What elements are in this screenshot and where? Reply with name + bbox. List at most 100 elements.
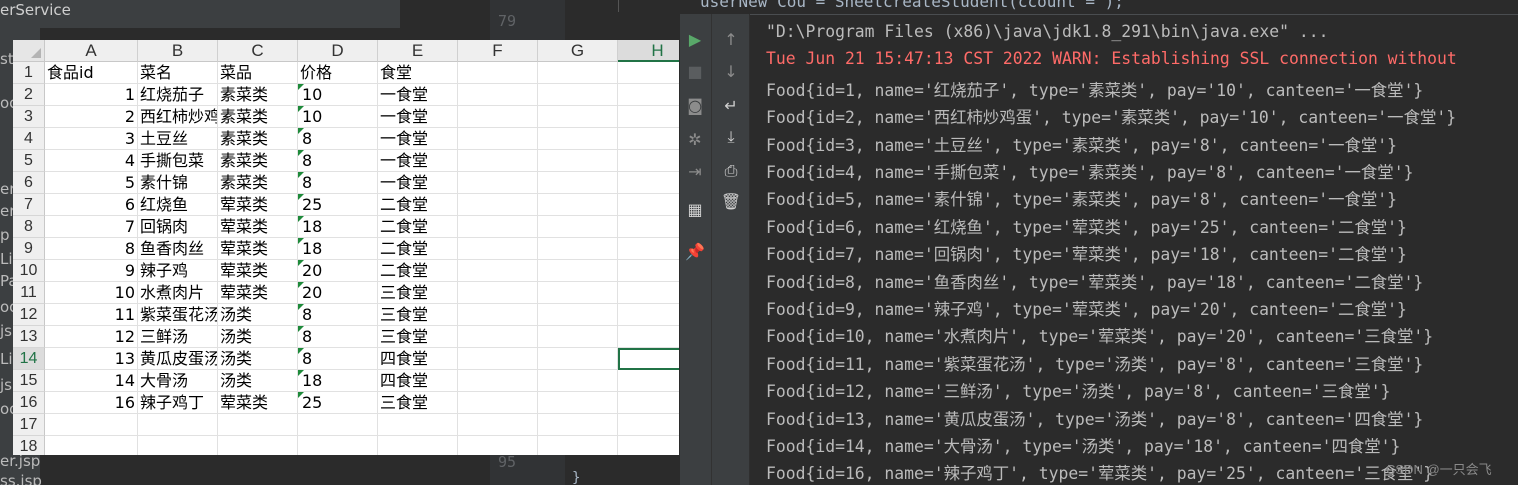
sheet-cell[interactable] xyxy=(458,370,538,392)
sheet-cell[interactable] xyxy=(538,326,618,348)
sheet-cell[interactable]: 6 xyxy=(45,194,138,216)
exit-icon[interactable]: ⇥ xyxy=(684,160,706,182)
sheet-cell[interactable]: 25 xyxy=(298,392,378,414)
sheet-cell[interactable] xyxy=(618,370,679,392)
sheet-cell[interactable] xyxy=(45,436,138,455)
up-arrow-icon[interactable]: ↑ xyxy=(720,28,742,50)
row-header[interactable]: 4 xyxy=(13,128,45,150)
tree-item-fragment[interactable]: st xyxy=(0,50,14,68)
sheet-cell[interactable] xyxy=(538,128,618,150)
header-cell[interactable]: 价格 xyxy=(298,62,378,84)
sheet-cell[interactable]: 三食堂 xyxy=(378,392,458,414)
sheet-cell[interactable] xyxy=(618,414,679,436)
sheet-cell[interactable]: 20 xyxy=(298,260,378,282)
print-icon[interactable]: ⎙ xyxy=(720,160,742,182)
sheet-cell[interactable] xyxy=(458,348,538,370)
sheet-cell[interactable]: 18 xyxy=(298,216,378,238)
tree-item-fragment[interactable]: js xyxy=(0,376,12,394)
row-header[interactable]: 17 xyxy=(13,414,45,436)
sheet-cell[interactable] xyxy=(138,414,218,436)
sheet-cell[interactable]: 12 xyxy=(45,326,138,348)
spreadsheet-window[interactable]: A B C D E F G H 1 食品id 菜名 菜品 价格 食堂 2 1 红烧茄子 素菜类 10 一食堂 3 2 西红柿… xyxy=(13,40,679,455)
sheet-cell[interactable] xyxy=(458,238,538,260)
sheet-cell[interactable] xyxy=(458,326,538,348)
sheet-cell[interactable]: 黄瓜皮蛋汤 xyxy=(138,348,218,370)
sheet-cell[interactable] xyxy=(538,436,618,455)
sheet-cell[interactable] xyxy=(538,106,618,128)
scroll-to-end-icon[interactable]: ⤓ xyxy=(720,126,742,148)
sheet-cell[interactable] xyxy=(458,282,538,304)
sheet-cell[interactable]: 三食堂 xyxy=(378,282,458,304)
sheet-cell[interactable] xyxy=(618,106,679,128)
sheet-cell[interactable]: 荤菜类 xyxy=(218,194,298,216)
sheet-cell[interactable]: 二食堂 xyxy=(378,216,458,238)
row-header[interactable]: 2 xyxy=(13,84,45,106)
sheet-cell[interactable]: 四食堂 xyxy=(378,348,458,370)
column-header-b[interactable]: B xyxy=(138,40,218,62)
sheet-cell[interactable]: 一食堂 xyxy=(378,172,458,194)
sheet-cell[interactable]: 鱼香肉丝 xyxy=(138,238,218,260)
header-cell[interactable]: 食堂 xyxy=(378,62,458,84)
sheet-cell[interactable] xyxy=(538,194,618,216)
sheet-cell[interactable]: 汤类 xyxy=(218,326,298,348)
row-header[interactable]: 12 xyxy=(13,304,45,326)
soft-wrap-icon[interactable]: ↵ xyxy=(720,94,742,116)
sheet-cell[interactable]: 4 xyxy=(45,150,138,172)
sheet-cell[interactable] xyxy=(538,370,618,392)
tree-item-jsp[interactable]: ss.jsp xyxy=(0,472,42,485)
sheet-cell[interactable]: 素菜类 xyxy=(218,172,298,194)
row-header[interactable]: 6 xyxy=(13,172,45,194)
sheet-cell[interactable]: 8 xyxy=(298,304,378,326)
sheet-cell[interactable] xyxy=(538,260,618,282)
sheet-cell[interactable]: 荤菜类 xyxy=(218,238,298,260)
sheet-cell[interactable]: 汤类 xyxy=(218,348,298,370)
selected-cell[interactable] xyxy=(618,348,679,370)
sheet-cell[interactable]: 一食堂 xyxy=(378,150,458,172)
sheet-cell[interactable]: 25 xyxy=(298,194,378,216)
header-cell[interactable]: 菜名 xyxy=(138,62,218,84)
column-header-e[interactable]: E xyxy=(378,40,458,62)
sheet-cell[interactable] xyxy=(378,414,458,436)
row-header[interactable]: 3 xyxy=(13,106,45,128)
sheet-cell[interactable]: 8 xyxy=(298,172,378,194)
sheet-cell[interactable] xyxy=(458,436,538,455)
row-header[interactable]: 13 xyxy=(13,326,45,348)
sheet-cell[interactable]: 三食堂 xyxy=(378,304,458,326)
sheet-cell[interactable]: 18 xyxy=(298,370,378,392)
sheet-cell[interactable] xyxy=(298,414,378,436)
console-output[interactable]: "D:\Program Files (x86)\java\jdk1.8_291\… xyxy=(766,22,1518,485)
sheet-cell[interactable]: 素菜类 xyxy=(218,150,298,172)
sheet-cell[interactable]: 一食堂 xyxy=(378,106,458,128)
sheet-cell[interactable] xyxy=(458,84,538,106)
sheet-cell[interactable]: 11 xyxy=(45,304,138,326)
sheet-cell[interactable]: 5 xyxy=(45,172,138,194)
sheet-cell[interactable]: 素菜类 xyxy=(218,84,298,106)
sheet-cell[interactable]: 四食堂 xyxy=(378,370,458,392)
sheet-cell[interactable] xyxy=(458,62,538,84)
layout-icon[interactable]: ▦ xyxy=(684,198,706,220)
sheet-cell[interactable] xyxy=(298,436,378,455)
sheet-cell[interactable] xyxy=(618,84,679,106)
sheet-cell[interactable] xyxy=(618,128,679,150)
sheet-cell[interactable]: 8 xyxy=(298,326,378,348)
sheet-cell[interactable] xyxy=(458,260,538,282)
column-header-g[interactable]: G xyxy=(538,40,618,62)
trash-icon[interactable]: 🗑 xyxy=(720,190,742,212)
sheet-cell[interactable]: 二食堂 xyxy=(378,194,458,216)
sheet-cell[interactable]: 荤菜类 xyxy=(218,260,298,282)
row-header[interactable]: 9 xyxy=(13,238,45,260)
select-all-corner[interactable] xyxy=(13,40,45,62)
sheet-cell[interactable]: 8 xyxy=(298,348,378,370)
sheet-cell[interactable]: 7 xyxy=(45,216,138,238)
column-header-c[interactable]: C xyxy=(218,40,298,62)
sheet-cell[interactable]: 10 xyxy=(298,106,378,128)
sheet-cell[interactable] xyxy=(218,436,298,455)
sheet-cell[interactable] xyxy=(538,216,618,238)
column-header-f[interactable]: F xyxy=(458,40,538,62)
sheet-cell[interactable]: 土豆丝 xyxy=(138,128,218,150)
sheet-cell[interactable] xyxy=(538,348,618,370)
down-arrow-icon[interactable]: ↓ xyxy=(720,60,742,82)
tree-item-fragment[interactable]: js xyxy=(0,322,12,340)
sheet-cell[interactable]: 素菜类 xyxy=(218,106,298,128)
sheet-cell[interactable] xyxy=(538,392,618,414)
